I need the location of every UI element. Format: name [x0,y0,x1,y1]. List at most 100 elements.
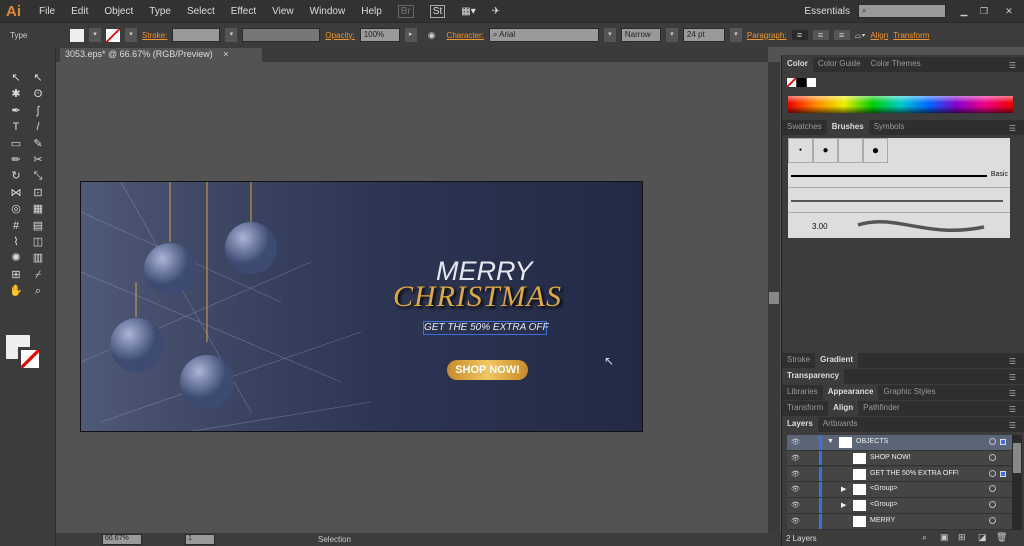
tab-brushes[interactable]: Brushes [826,120,869,135]
panel-menu-icon[interactable]: ☰ [1004,371,1021,384]
transform-link[interactable]: Transform [893,31,929,40]
align-right-button[interactable]: ≡ [833,30,850,40]
stroke-dropdown[interactable]: ▾ [125,28,137,42]
panel-menu-icon[interactable]: ☰ [1004,387,1021,400]
minimize-button[interactable]: ▁ [954,6,974,17]
artboard[interactable]: MERRY CHRISTMAS GET THE 50% EXTRA OFF SH… [80,181,643,432]
width-tool-icon[interactable]: ⋈ [7,184,25,202]
menu-view[interactable]: View [272,6,294,17]
stroke-color-box[interactable] [18,347,42,371]
tab-appearance[interactable]: Appearance [822,385,879,400]
font-size-dropdown[interactable]: ▾ [729,28,742,42]
menu-effect[interactable]: Effect [231,6,256,17]
target-circle-icon[interactable] [989,501,996,509]
brush-basic[interactable]: Basic [788,164,1010,188]
tab-artboards[interactable]: Artboards [818,417,863,432]
document-tab[interactable]: 3053.eps* @ 66.67% (RGB/Preview) × [60,48,262,62]
curvature-tool-icon[interactable]: ∫ [29,102,47,120]
current-tool-status[interactable]: Selection [318,535,351,544]
column-graph-tool-icon[interactable]: ▥ [29,249,47,267]
locate-object-icon[interactable]: ⌕ [922,532,927,543]
variable-width-profile[interactable] [242,28,321,42]
panel-menu-icon[interactable]: ☰ [1004,122,1021,135]
gradient-tool-icon[interactable]: ▤ [29,217,47,235]
tab-transform[interactable]: Transform [782,401,828,416]
target-circle-icon[interactable] [989,469,996,477]
layer-row[interactable]: 👁 MERRY [787,514,1012,530]
white-swatch[interactable] [807,78,816,87]
brush-charcoal[interactable] [788,189,1010,213]
visibility-eye-icon[interactable]: 👁 [791,454,800,462]
make-clipping-mask-icon[interactable]: ▣ [940,532,949,543]
brush-tip[interactable] [838,138,863,163]
tab-color-guide[interactable]: Color Guide [813,57,866,72]
target-circle-icon[interactable] [989,453,996,461]
character-label[interactable]: Character: [447,31,484,40]
type-tool-icon[interactable]: T [7,118,25,136]
font-size-input[interactable]: 24 pt [682,28,725,42]
menu-window[interactable]: Window [310,6,346,17]
new-sublayer-icon[interactable]: ⊞ [958,532,966,543]
direct-selection-tool-icon[interactable]: ↖ [29,69,47,87]
collapse-triangle-icon[interactable]: ▶ [841,501,846,509]
tab-symbols[interactable]: Symbols [869,120,910,135]
selection-indicator[interactable] [1000,470,1006,477]
zoom-input[interactable]: 66.67% [102,534,142,545]
slice-tool-icon[interactable]: ⌿ [29,266,47,284]
magic-wand-tool-icon[interactable]: ✱ [7,85,25,103]
shape-builder-tool-icon[interactable]: ◎ [7,200,25,218]
tab-layers[interactable]: Layers [782,417,818,432]
tab-align[interactable]: Align [828,401,859,416]
close-tab-icon[interactable]: × [223,49,228,59]
layer-row[interactable]: 👁 ▼ OBJECTS [787,435,1012,451]
expand-triangle-icon[interactable]: ▼ [827,438,834,445]
menu-file[interactable]: File [39,6,55,17]
stroke-weight[interactable] [172,28,221,42]
layer-row[interactable]: 👁 ▶ <Group> [787,482,1012,499]
stroke-swatch[interactable] [106,28,120,42]
selected-text-frame[interactable]: GET THE 50% EXTRA OFF [423,321,549,335]
opacity-arrow[interactable]: ▸ [404,28,417,42]
visibility-eye-icon[interactable]: 👁 [791,501,800,509]
tab-color[interactable]: Color [782,57,813,72]
opacity-input[interactable]: 100% [359,28,400,42]
pen-tool-icon[interactable]: ✒ [7,102,25,120]
menu-type[interactable]: Type [149,6,171,17]
layer-row[interactable]: 👁 SHOP NOW! [787,450,1012,467]
visibility-eye-icon[interactable]: 👁 [791,517,800,525]
font-style-dropdown[interactable]: ▾ [665,28,678,42]
fill-dropdown[interactable]: ▾ [89,28,101,42]
tab-stroke[interactable]: Stroke [782,353,815,368]
artboard-tool-icon[interactable]: ⊞ [7,266,25,284]
pencil-tool-icon[interactable]: ✏ [7,151,25,169]
font-family-input[interactable]: ⌕ Arial [488,28,599,42]
paintbrush-tool-icon[interactable]: ✎ [29,135,47,153]
zoom-tool-icon[interactable]: ⌕ [29,282,47,300]
vertical-scrollbar[interactable] [768,62,780,533]
align-center-button[interactable]: ≡ [812,30,829,40]
opacity-label[interactable]: Opacity: [325,31,354,40]
arrange-documents-icon[interactable]: ▦▾ [461,6,475,17]
paragraph-label[interactable]: Paragraph: [747,31,787,40]
scale-tool-icon[interactable]: ⤡ [29,167,47,185]
none-swatch[interactable] [787,78,796,87]
new-layer-icon[interactable]: ◪ [978,532,987,543]
recolor-icon[interactable]: ◉ [428,30,436,41]
panel-menu-icon[interactable]: ☰ [1004,403,1021,416]
restore-button[interactable]: ❐ [974,6,994,17]
menu-help[interactable]: Help [361,6,382,17]
symbol-sprayer-tool-icon[interactable]: ✺ [7,249,25,267]
panel-menu-icon[interactable]: ☰ [1004,419,1021,432]
tab-graphic-styles[interactable]: Graphic Styles [878,385,940,400]
brush-tip[interactable]: ● [813,138,838,163]
blend-tool-icon[interactable]: ◫ [29,233,47,251]
sync-icon[interactable]: ✈ [492,6,500,17]
tab-transparency[interactable]: Transparency [782,369,845,384]
align-link[interactable]: Align [870,31,888,40]
black-swatch[interactable] [797,78,806,87]
collapse-triangle-icon[interactable]: ▶ [841,485,846,493]
menu-edit[interactable]: Edit [71,6,88,17]
search-input[interactable]: ⌕ [858,4,946,18]
target-circle-icon[interactable] [989,517,996,524]
tab-color-themes[interactable]: Color Themes [866,57,926,72]
